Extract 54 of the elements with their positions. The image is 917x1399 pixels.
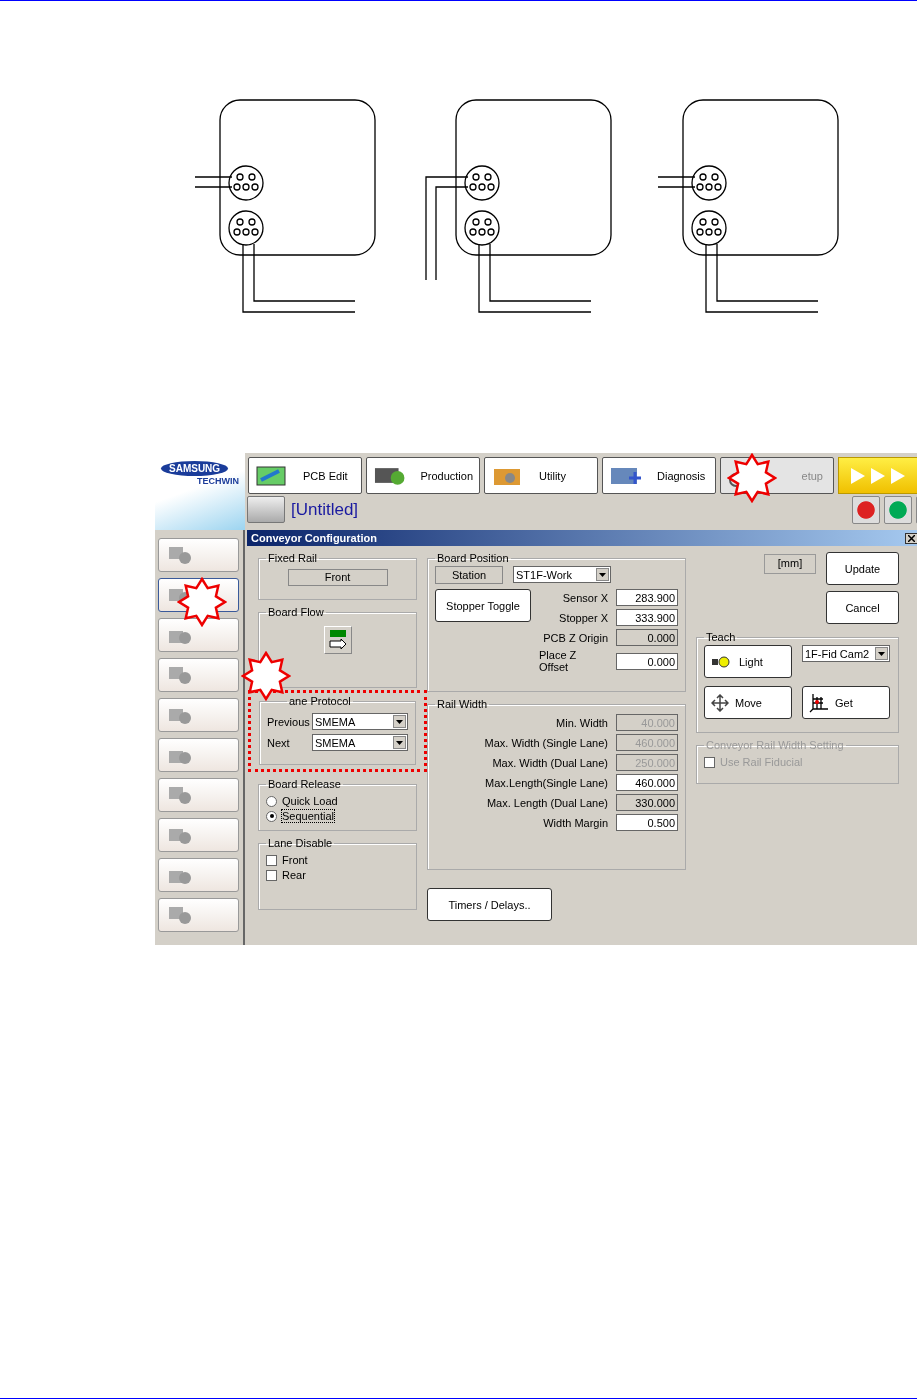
document-title: [Untitled]: [291, 499, 359, 520]
field-label: Sensor X: [562, 591, 608, 604]
group-label: Fixed Rail: [267, 552, 318, 564]
unit-label: [mm]: [764, 554, 816, 574]
dialog-title: Conveyor Configuration: [251, 532, 377, 544]
option-label[interactable]: Quick Load: [282, 795, 338, 807]
number-field[interactable]: 283.900: [616, 589, 678, 606]
number-field[interactable]: 460.000: [616, 774, 678, 791]
field-label: Max. Width (Dual Lane): [492, 756, 608, 769]
field-label: Width Margin: [543, 816, 608, 829]
timers-button[interactable]: Timers / Delays..: [427, 888, 552, 921]
option-label[interactable]: Sequential: [282, 810, 334, 822]
field-label: Max. Width (Single Lane): [484, 736, 608, 749]
group-label: Board Flow: [267, 606, 325, 618]
camera-dropdown[interactable]: 1F-Fid Cam2: [802, 645, 890, 662]
number-field[interactable]: 0.000: [616, 629, 678, 646]
field-label: Place Z Offset: [539, 649, 578, 673]
number-field[interactable]: 330.000: [616, 794, 678, 811]
stopper-toggle-button[interactable]: Stopper Toggle: [435, 589, 531, 622]
field-label: Max. Length (Dual Lane): [486, 796, 608, 809]
option-label[interactable]: Rear: [282, 869, 306, 881]
number-field[interactable]: 0.500: [616, 814, 678, 831]
station-dropdown[interactable]: ST1F-Work: [513, 566, 611, 583]
field-label: Stopper X: [559, 611, 608, 624]
logo-text: SAMSUNG: [161, 461, 229, 476]
toolbar-tab[interactable]: Diagnosis: [602, 457, 716, 494]
station-label: Station: [435, 566, 503, 584]
toolbar-tab[interactable]: Utility: [484, 457, 598, 494]
group-label: Teach: [705, 631, 737, 643]
field-label: Min. Width: [556, 716, 608, 729]
protocol-dropdown[interactable]: SMEMA: [312, 713, 408, 730]
group-label: Board Position: [436, 552, 510, 564]
option-label[interactable]: Front: [282, 854, 308, 866]
field-label: PCB Z Origin: [543, 631, 608, 644]
light-button[interactable]: Light: [704, 645, 792, 678]
update-button[interactable]: Update: [826, 552, 899, 585]
get-button[interactable]: Get: [802, 686, 890, 719]
number-field[interactable]: 0.000: [616, 652, 678, 670]
group-label: ane Protocol: [288, 695, 352, 707]
logo-text: TECHWIN: [197, 476, 239, 486]
group-label: Conveyor Rail Width Setting: [705, 739, 845, 751]
field-label: Previous: [267, 715, 310, 728]
field-label: Next: [267, 736, 290, 749]
group-label: Lane Disable: [267, 837, 334, 849]
move-button[interactable]: Move: [704, 686, 792, 719]
cancel-button[interactable]: Cancel: [826, 591, 899, 624]
group-label: Board Release: [267, 778, 342, 790]
protocol-dropdown[interactable]: SMEMA: [312, 734, 408, 751]
number-field[interactable]: 333.900: [616, 609, 678, 626]
rail-value: Front: [287, 569, 388, 586]
toolbar-tab[interactable]: Production: [366, 457, 480, 494]
toolbar-tab[interactable]: PCB Edit: [248, 457, 362, 494]
group-label: Rail Width: [436, 698, 489, 710]
field-label: Max.Length(Single Lane): [485, 776, 608, 789]
